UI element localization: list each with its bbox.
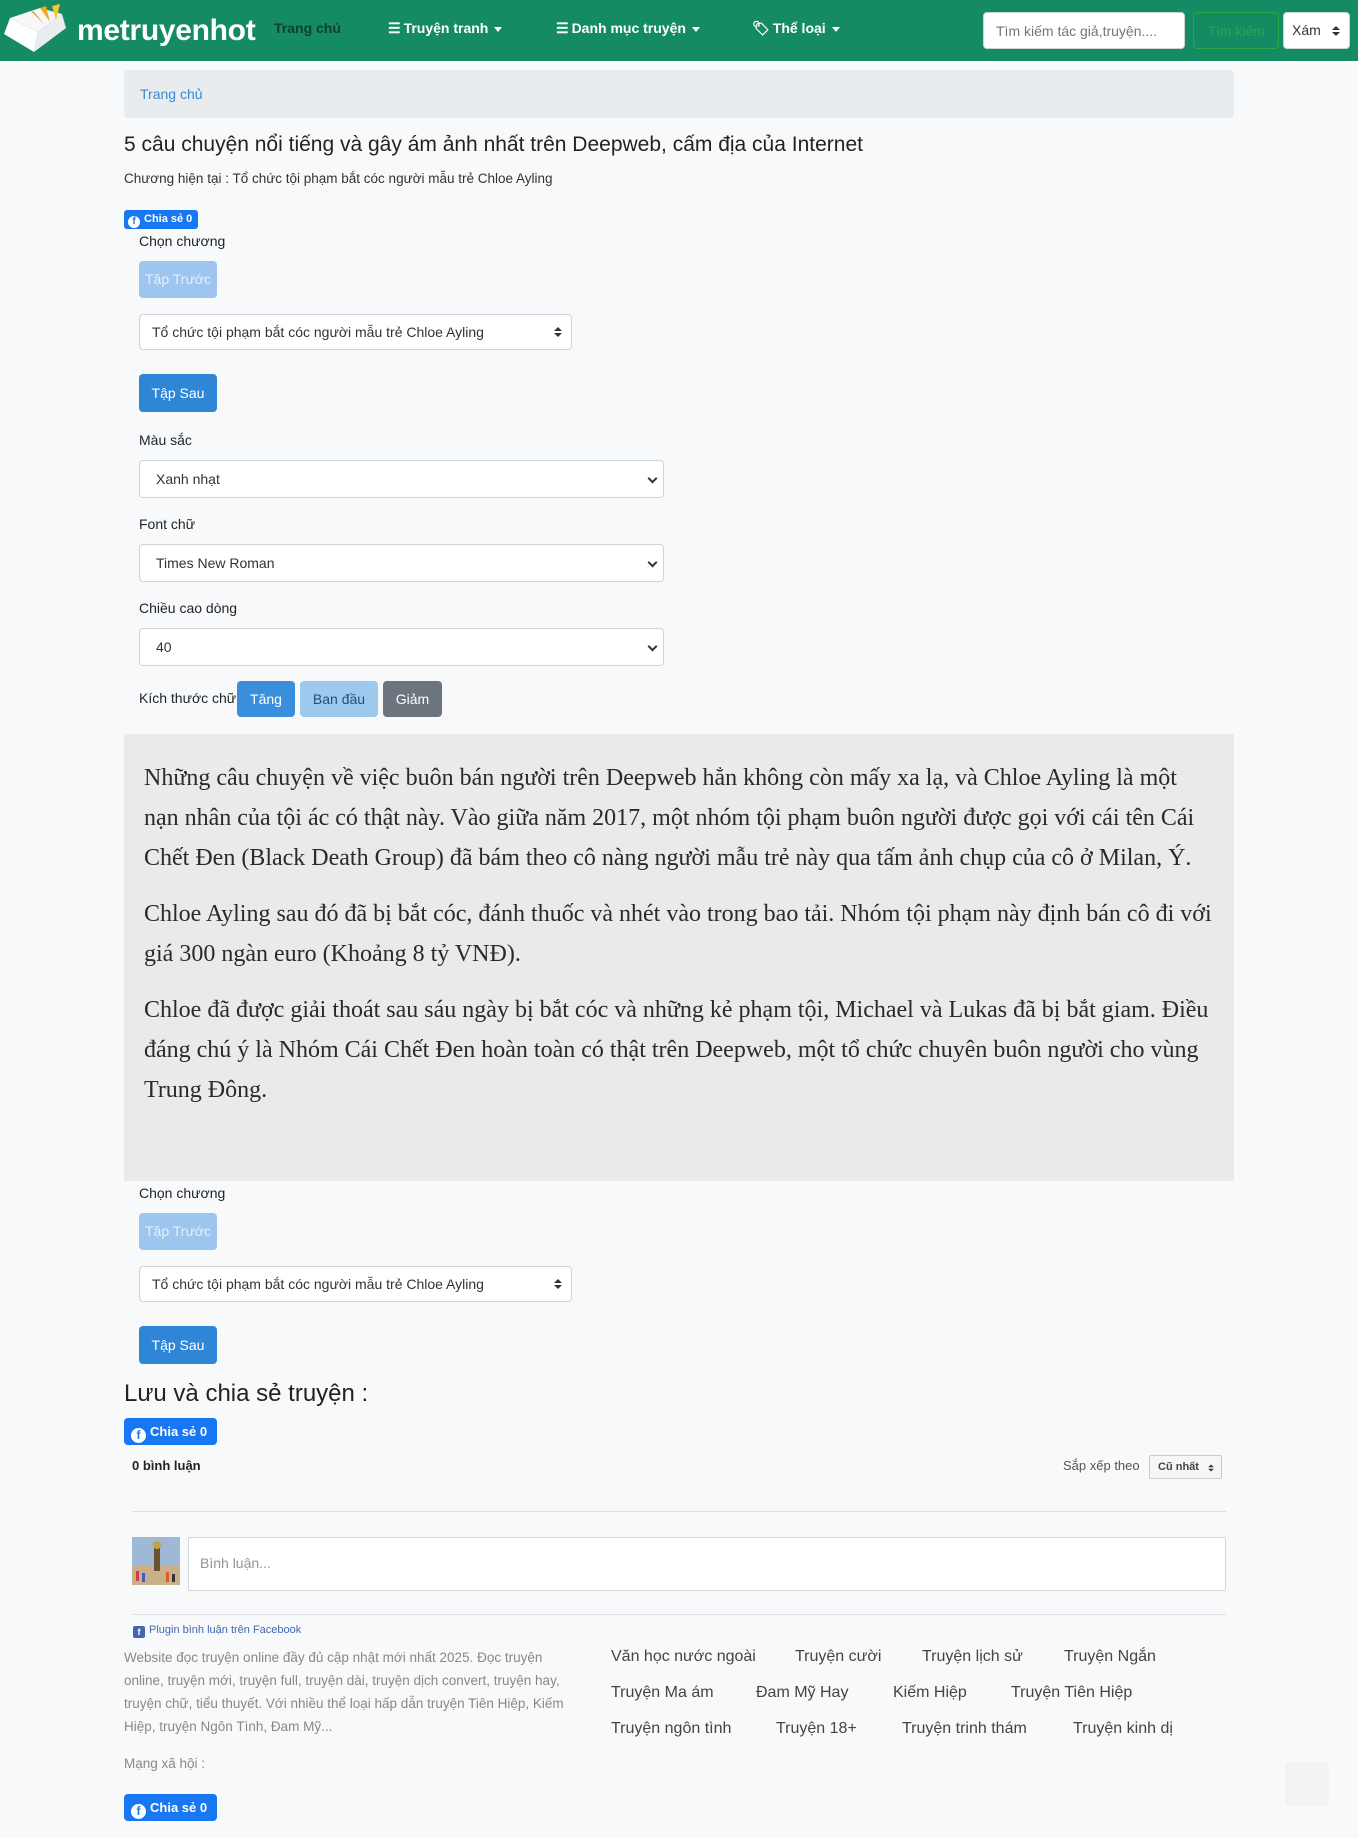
share-label: Chia sẻ 0 (144, 213, 193, 225)
search-input[interactable] (983, 12, 1185, 49)
nav-comics-label: Truyện tranh (403, 20, 489, 36)
divider (132, 1511, 1226, 1512)
footer-tag-link[interactable]: Truyện Ngắn (1064, 1648, 1156, 1666)
nav-genres-label: Thể loại (772, 20, 826, 36)
nav-categories-dropdown[interactable]: ☰ Danh mục truyện (556, 20, 700, 37)
search-button[interactable]: Tìm kiếm (1193, 12, 1279, 49)
footer-description: Website đọc truyện online đầy đủ cập nhậ… (124, 1650, 564, 1734)
footer-tag-link[interactable]: Truyện trinh thám (902, 1720, 1027, 1738)
comments-count: 0 bình luận (132, 1458, 201, 1473)
next-chapter-button[interactable]: Tập Sau (139, 374, 217, 412)
comment-sort-select[interactable]: Cũ nhất (1149, 1455, 1222, 1479)
footer-tag-link[interactable]: Truyện 18+ (776, 1720, 857, 1738)
logo-text: metruyenhot (77, 14, 256, 47)
prev-chapter-button[interactable]: Tập Trước (139, 1213, 217, 1250)
facebook-icon: f (133, 1626, 145, 1638)
comment-input[interactable]: Bình luận... (188, 1537, 1226, 1591)
footer-tag-link[interactable]: Truyện Ma ám (611, 1684, 714, 1702)
plugin-label: Plugin bình luận trên Facebook (149, 1624, 302, 1636)
footer-tag-link[interactable]: Văn học nước ngoài (611, 1648, 756, 1666)
sort-by-label: Sắp xếp theo (1063, 1458, 1140, 1473)
list-icon: ☰ (388, 20, 401, 36)
line-height-select-value: 40 (156, 639, 172, 655)
facebook-icon: f (131, 1428, 146, 1443)
font-size-increase-button[interactable]: Tăng (237, 681, 295, 717)
font-size-decrease-button[interactable]: Giảm (383, 681, 442, 717)
footer-tag-link[interactable]: Truyện kinh dị (1073, 1720, 1173, 1738)
sort-arrows-icon (1332, 26, 1340, 36)
nav-home[interactable]: Trang chủ (274, 20, 341, 36)
font-size-label: Kích thước chữ (139, 690, 237, 706)
nav-categories-label: Danh mục truyện (571, 20, 686, 36)
font-size-reset-button[interactable]: Ban đầu (300, 681, 378, 717)
font-label: Font chữ (139, 516, 196, 532)
tags-icon: 🏷 (752, 20, 770, 36)
content-paragraph: Chloe Ayling sau đó đã bị bắt cóc, đánh … (144, 901, 1212, 967)
footer-tag-link[interactable]: Truyện ngôn tình (611, 1720, 731, 1738)
social-label: Mạng xã hội : (124, 1756, 206, 1771)
facebook-icon: f (131, 1804, 146, 1819)
facebook-share-button[interactable]: f Chia sẻ 0 (124, 1418, 218, 1445)
scroll-to-top-button[interactable] (1285, 1762, 1329, 1806)
content-paragraph: Chloe đã được giải thoát sau sáu ngày bị… (144, 997, 1209, 1103)
book-logo-icon (4, 4, 66, 52)
facebook-icon: f (128, 216, 140, 228)
footer-tag-link[interactable]: Truyện lịch sử (922, 1648, 1023, 1666)
prev-chapter-button[interactable]: Tập Trước (139, 261, 217, 298)
caret-down-icon (831, 26, 840, 32)
avatar (132, 1537, 180, 1585)
choose-chapter-label: Chọn chương (139, 233, 226, 249)
page-title: 5 câu chuyện nổi tiếng và gây ám ảnh nhấ… (124, 133, 863, 156)
chapter-content: Những câu chuyện về việc buôn bán người … (124, 734, 1234, 1181)
footer-tag-link[interactable]: Truyện Tiên Hiệp (1011, 1684, 1132, 1702)
facebook-share-button[interactable]: f Chia sẻ 0 (124, 1794, 218, 1821)
choose-chapter-label: Chọn chương (139, 1185, 226, 1201)
top-navbar: metruyenhot Trang chủ ☰ Truyện tranh ☰ Dan… (0, 0, 1358, 61)
color-select[interactable]: Xanh nhạt (139, 460, 664, 498)
sort-arrows-icon (1208, 1465, 1214, 1472)
content-paragraph: Những câu chuyện về việc buôn bán người … (144, 765, 1195, 871)
facebook-share-button[interactable]: f Chia sẻ 0 (124, 210, 199, 229)
color-select-value: Xanh nhạt (156, 471, 220, 487)
font-select[interactable]: Times New Roman (139, 544, 664, 582)
color-label: Màu sắc (139, 432, 192, 448)
footer-tag-link[interactable]: Truyện cười (795, 1648, 881, 1666)
comment-sort-value: Cũ nhất (1158, 1461, 1199, 1473)
divider (132, 1614, 1226, 1615)
line-height-label: Chiều cao dòng (139, 600, 238, 616)
caret-down-icon (494, 26, 503, 32)
sort-arrows-icon (554, 327, 562, 337)
next-chapter-button[interactable]: Tập Sau (139, 1326, 217, 1364)
site-logo[interactable]: metruyenhot (0, 0, 256, 61)
chapter-select[interactable]: Tổ chức tội phạm bắt cóc người mẫu trẻ C… (139, 1266, 572, 1302)
theme-select-value: Xám (1292, 22, 1321, 38)
footer-tag-link[interactable]: Đam Mỹ Hay (756, 1684, 848, 1702)
chevron-down-icon (647, 473, 658, 484)
facebook-comment-plugin-link[interactable]: f Plugin bình luận trên Facebook (133, 1624, 301, 1638)
caret-down-icon (691, 26, 700, 32)
line-height-select[interactable]: 40 (139, 628, 664, 666)
font-select-value: Times New Roman (156, 555, 275, 571)
theme-select[interactable]: Xám (1283, 12, 1350, 49)
chapter-select-value: Tổ chức tội phạm bắt cóc người mẫu trẻ C… (152, 1276, 484, 1292)
nav-comics-dropdown[interactable]: ☰ Truyện tranh (388, 20, 503, 37)
chevron-down-icon (647, 557, 658, 568)
sort-arrows-icon (554, 1279, 562, 1289)
current-chapter: Chương hiện tại : Tổ chức tội phạm bắt c… (124, 171, 553, 186)
chevron-down-icon (647, 641, 658, 652)
share-label: Chia sẻ 0 (150, 1800, 208, 1815)
share-label: Chia sẻ 0 (150, 1424, 208, 1439)
breadcrumb: Trang chủ (124, 70, 1234, 118)
breadcrumb-home[interactable]: Trang chủ (140, 86, 203, 102)
chapter-select-value: Tổ chức tội phạm bắt cóc người mẫu trẻ C… (152, 324, 484, 340)
list-icon: ☰ (556, 20, 569, 36)
share-section-title: Lưu và chia sẻ truyện : (124, 1380, 369, 1407)
chapter-select[interactable]: Tổ chức tội phạm bắt cóc người mẫu trẻ C… (139, 314, 572, 350)
nav-genres-dropdown[interactable]: 🏷 Thể loại (752, 20, 840, 37)
footer-tag-link[interactable]: Kiếm Hiệp (893, 1684, 967, 1702)
